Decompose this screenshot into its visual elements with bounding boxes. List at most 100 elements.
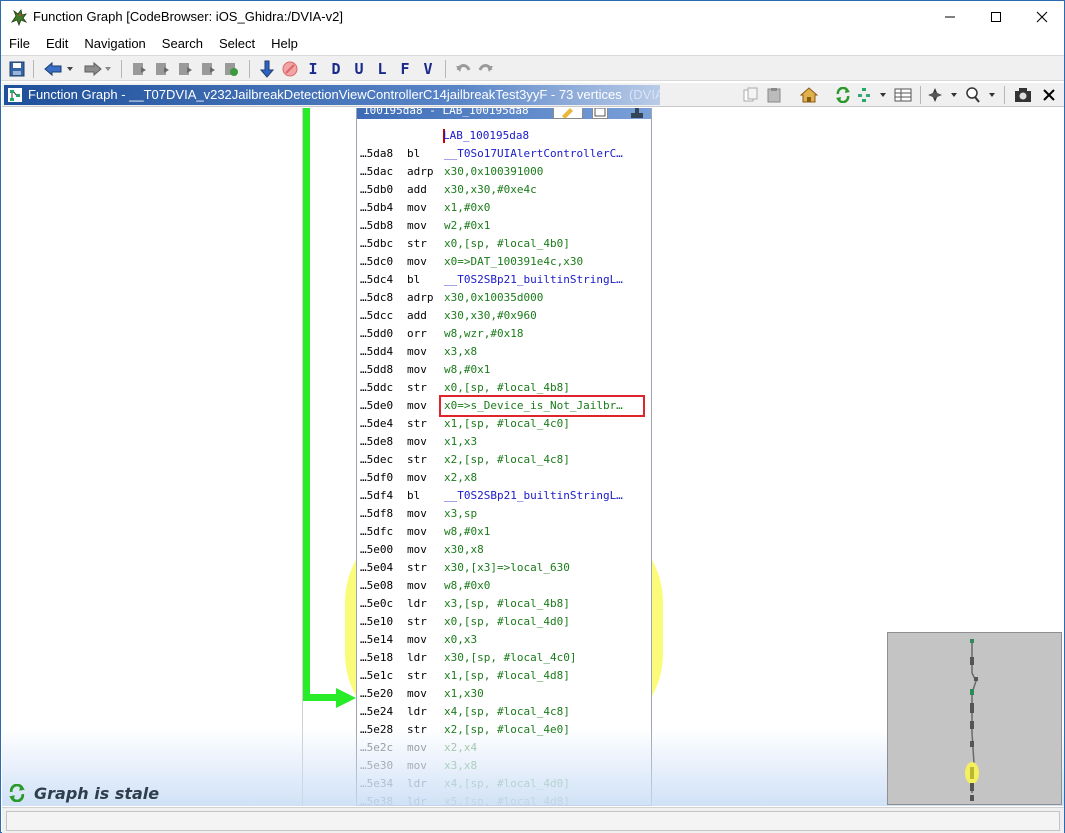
save-button[interactable]: [7, 59, 27, 79]
instruction-row[interactable]: …5db4 mov x1,#0x0: [360, 199, 490, 217]
instruction-operands[interactable]: w8,#0x0: [444, 579, 490, 592]
instruction-row[interactable]: …5de4 str x1,[sp, #local_4c0]: [360, 415, 570, 433]
forward-button[interactable]: [79, 59, 113, 79]
instruction-operands[interactable]: x30,x8: [444, 543, 484, 556]
toolbar-i-button[interactable]: I: [303, 59, 323, 79]
instruction-row[interactable]: …5dd4 mov x3,x8: [360, 343, 477, 361]
toolbar-f-button[interactable]: F: [395, 59, 415, 79]
instruction-operands[interactable]: x1,x30: [444, 687, 484, 700]
menu-help[interactable]: Help: [263, 34, 306, 54]
instruction-row[interactable]: …5de0 mov x0=>s_Device_is_Not_Jailbr…: [360, 397, 623, 415]
graph-stale-indicator[interactable]: Graph is stale: [8, 784, 159, 803]
instruction-row[interactable]: …5ddc str x0,[sp, #local_4b8]: [360, 379, 570, 397]
toolbar-l-button[interactable]: L: [372, 59, 392, 79]
minimize-button[interactable]: [927, 1, 973, 33]
code-block-vertex[interactable]: 100195da8 - LAB_100195da8 LAB_100195da8 …: [356, 108, 652, 806]
instruction-row[interactable]: …5e08 mov w8,#0x0: [360, 577, 490, 595]
menu-select[interactable]: Select: [211, 34, 263, 54]
instruction-operands[interactable]: __T0S2SBp21_builtinStringL…: [444, 489, 623, 502]
instruction-operands[interactable]: x3,sp: [444, 507, 477, 520]
nav-button-1[interactable]: [129, 59, 149, 79]
instruction-operands[interactable]: x0,x3: [444, 633, 477, 646]
instruction-row[interactable]: …5e1c str x1,[sp, #local_4d8]: [360, 667, 570, 685]
instruction-row[interactable]: …5dcc add x30,x30,#0x960: [360, 307, 537, 325]
instruction-row[interactable]: …5df8 mov x3,sp: [360, 505, 477, 523]
instruction-row[interactable]: …5dd0 orr w8,wzr,#0x18: [360, 325, 523, 343]
menu-file[interactable]: File: [1, 34, 38, 54]
block-dock-icon[interactable]: [629, 108, 645, 119]
maximize-button[interactable]: [973, 1, 1019, 33]
instruction-operands[interactable]: x3,x8: [444, 345, 477, 358]
component-title-bar[interactable]: Function Graph - __T07DVIA_v232Jailbreak…: [4, 85, 660, 105]
paste-button[interactable]: [763, 85, 785, 105]
clear-button[interactable]: [280, 59, 300, 79]
instruction-operands[interactable]: x2,x8: [444, 471, 477, 484]
instruction-row[interactable]: …5dd8 mov w8,#0x1: [360, 361, 490, 379]
instruction-operands[interactable]: x1,[sp, #local_4c0]: [444, 417, 570, 430]
instruction-row[interactable]: …5dec str x2,[sp, #local_4c8]: [360, 451, 570, 469]
home-button[interactable]: [798, 85, 820, 105]
instruction-operands[interactable]: w2,#0x1: [444, 219, 490, 232]
instruction-operands[interactable]: x1,#0x0: [444, 201, 490, 214]
instruction-operands[interactable]: x3,[sp, #local_4b8]: [444, 597, 570, 610]
instruction-row[interactable]: …5df4 bl __T0S2SBp21_builtinStringL…: [360, 487, 623, 505]
instruction-operands[interactable]: x30,[x3]=>local_630: [444, 561, 570, 574]
nav-button-3[interactable]: [175, 59, 195, 79]
instruction-row[interactable]: …5da8 bl __T0So17UIAlertControllerC…: [360, 145, 623, 163]
instruction-row[interactable]: …5dc0 mov x0=>DAT_100391e4c,x30: [360, 253, 583, 271]
menu-edit[interactable]: Edit: [38, 34, 76, 54]
close-component-button[interactable]: [1038, 85, 1060, 105]
instruction-row[interactable]: …5dc4 bl __T0S2SBp21_builtinStringL…: [360, 271, 623, 289]
instruction-row[interactable]: …5e04 str x30,[x3]=>local_630: [360, 559, 570, 577]
menu-navigation[interactable]: Navigation: [76, 34, 153, 54]
instruction-operands[interactable]: x30,x30,#0xe4c: [444, 183, 537, 196]
toolbar-d-button[interactable]: D: [326, 59, 346, 79]
instruction-operands[interactable]: x0=>DAT_100391e4c,x30: [444, 255, 583, 268]
refresh-button[interactable]: [832, 85, 854, 105]
close-window-button[interactable]: [1019, 1, 1065, 33]
instruction-row[interactable]: …5e0c ldr x3,[sp, #local_4b8]: [360, 595, 570, 613]
instruction-operands[interactable]: x0,[sp, #local_4d0]: [444, 615, 570, 628]
instruction-operands[interactable]: x0=>s_Device_is_Not_Jailbr…: [444, 399, 623, 412]
block-label[interactable]: LAB_100195da8: [443, 127, 529, 145]
instruction-operands[interactable]: x0,[sp, #local_4b0]: [444, 237, 570, 250]
instruction-row[interactable]: …5e20 mov x1,x30: [360, 685, 484, 703]
instruction-row[interactable]: …5e14 mov x0,x3: [360, 631, 477, 649]
instruction-operands[interactable]: w8,#0x1: [444, 363, 490, 376]
toolbar-u-button[interactable]: U: [349, 59, 369, 79]
copy-button[interactable]: [740, 85, 762, 105]
edit-label-icon[interactable]: [560, 108, 576, 119]
instruction-row[interactable]: …5dac adrp x30,0x100391000: [360, 163, 543, 181]
nav-button-4[interactable]: [198, 59, 218, 79]
instruction-operands[interactable]: x30,0x10035d000: [444, 291, 543, 304]
instruction-row[interactable]: …5e18 ldr x30,[sp, #local_4c0]: [360, 649, 576, 667]
instruction-row[interactable]: …5db8 mov w2,#0x1: [360, 217, 490, 235]
instruction-operands[interactable]: x1,[sp, #local_4d8]: [444, 669, 570, 682]
instruction-operands[interactable]: x2,[sp, #local_4c8]: [444, 453, 570, 466]
instruction-operands[interactable]: x30,x30,#0x960: [444, 309, 537, 322]
nav-button-5[interactable]: [221, 59, 241, 79]
undo-button[interactable]: [453, 59, 473, 79]
instruction-row[interactable]: …5e24 ldr x4,[sp, #local_4c8]: [360, 703, 570, 721]
instruction-operands[interactable]: __T0S2SBp21_builtinStringL…: [444, 273, 623, 286]
function-graph-canvas[interactable]: 100195da8 - LAB_100195da8 LAB_100195da8 …: [2, 108, 1064, 806]
maximize-block-icon[interactable]: [593, 108, 607, 118]
snapshot-button[interactable]: [1012, 85, 1034, 105]
instruction-row[interactable]: …5df0 mov x2,x8: [360, 469, 477, 487]
instruction-row[interactable]: …5dbc str x0,[sp, #local_4b0]: [360, 235, 570, 253]
zoom-menu-button[interactable]: [964, 85, 998, 105]
toolbar-v-button[interactable]: V: [418, 59, 438, 79]
instruction-row[interactable]: …5db0 add x30,x30,#0xe4c: [360, 181, 537, 199]
instruction-row[interactable]: …5e00 mov x30,x8: [360, 541, 484, 559]
back-button[interactable]: [41, 59, 75, 79]
instruction-operands[interactable]: x0,[sp, #local_4b8]: [444, 381, 570, 394]
instruction-operands[interactable]: __T0So17UIAlertControllerC…: [444, 147, 623, 160]
redo-button[interactable]: [476, 59, 496, 79]
satellite-overview[interactable]: [887, 632, 1062, 805]
block-format-button[interactable]: [892, 85, 914, 105]
instruction-operands[interactable]: x4,[sp, #local_4c8]: [444, 705, 570, 718]
instruction-operands[interactable]: x30,[sp, #local_4c0]: [444, 651, 576, 664]
instruction-operands[interactable]: x1,x3: [444, 435, 477, 448]
menu-search[interactable]: Search: [154, 34, 211, 54]
layout-menu-button[interactable]: [855, 85, 887, 105]
